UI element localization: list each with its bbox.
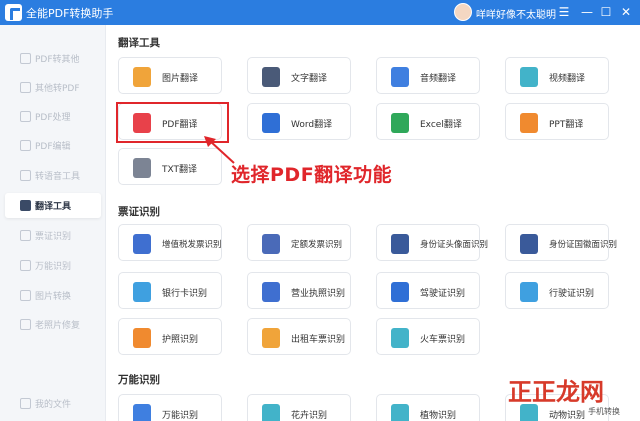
speaker-icon (20, 170, 31, 181)
file-icon (20, 111, 31, 122)
sidebar: PDF转其他 其他转PDF PDF处理 PDF编辑 转语音工具 翻译工具 票证识… (0, 25, 106, 421)
invoice-icon (133, 234, 151, 254)
image-icon (133, 67, 151, 87)
translate-icon (20, 200, 31, 211)
card-text-translate[interactable]: 文字翻译 (247, 57, 351, 94)
sidebar-item-pdf-edit[interactable]: PDF编辑 (5, 133, 101, 158)
image-icon (20, 290, 31, 301)
card-bank-card[interactable]: 银行卡识别 (118, 272, 222, 309)
sidebar-item-pdf-process[interactable]: PDF处理 (5, 104, 101, 129)
card-flower-recognition[interactable]: 花卉识别 (247, 394, 351, 421)
vehicle-license-icon (520, 282, 538, 302)
file-icon (20, 53, 31, 64)
watermark-sub: 手机转换 (588, 407, 620, 416)
sidebar-item-my-files[interactable]: 我的文件 (5, 391, 101, 416)
card-image-translate[interactable]: 图片翻译 (118, 57, 222, 94)
maximize-button[interactable]: ☐ (598, 4, 614, 20)
sidebar-item-ticket-recognition[interactable]: 票证识别 (5, 223, 101, 248)
watermark: 正正龙网 (508, 377, 604, 406)
txt-icon (133, 158, 151, 178)
card-universal-recognition[interactable]: 万能识别 (118, 394, 222, 421)
card-vat-invoice[interactable]: 增值税发票识别 (118, 224, 222, 261)
user-name[interactable]: 咩咩好像不太聪明 (476, 6, 556, 21)
sidebar-item-universal-recognition[interactable]: 万能识别 (5, 253, 101, 278)
taxi-icon (262, 328, 280, 348)
file-icon (20, 82, 31, 93)
avatar[interactable] (454, 3, 472, 21)
text-icon (262, 67, 280, 87)
card-business-license[interactable]: 营业执照识别 (247, 272, 351, 309)
eye-icon (133, 404, 151, 421)
id-card-front-icon (391, 234, 409, 254)
card-id-back[interactable]: 身份证国徽面识别 (505, 224, 617, 261)
section-title-universal: 万能识别 (118, 374, 160, 386)
edit-icon (20, 140, 31, 151)
scan-icon (20, 260, 31, 271)
driver-license-icon (391, 282, 409, 302)
card-passport[interactable]: 护照识别 (118, 318, 222, 355)
license-icon (262, 282, 280, 302)
sidebar-item-image-convert[interactable]: 图片转换 (5, 283, 101, 308)
card-driver-license[interactable]: 驾驶证识别 (376, 272, 480, 309)
card-excel-translate[interactable]: Excel翻译 (376, 103, 480, 140)
card-ppt-translate[interactable]: PPT翻译 (505, 103, 609, 140)
ticket-icon (20, 230, 31, 241)
app-logo-icon (5, 4, 22, 21)
card-video-translate[interactable]: 视频翻译 (505, 57, 609, 94)
folder-icon (20, 398, 31, 409)
card-taxi-ticket[interactable]: 出租车票识别 (247, 318, 351, 355)
ppt-icon (520, 113, 538, 133)
train-ticket-icon (391, 328, 409, 348)
card-audio-translate[interactable]: 音频翻译 (376, 57, 480, 94)
passport-icon (133, 328, 151, 348)
card-vehicle-license[interactable]: 行驶证识别 (505, 272, 609, 309)
close-button[interactable]: ✕ (618, 4, 634, 20)
word-icon (262, 113, 280, 133)
sidebar-item-voice-tools[interactable]: 转语音工具 (5, 163, 101, 188)
section-title-translate: 翻译工具 (118, 37, 160, 49)
sidebar-item-other-to-pdf[interactable]: 其他转PDF (5, 75, 101, 100)
minimize-button[interactable]: — (579, 4, 595, 20)
menu-icon[interactable]: ☰ (556, 4, 572, 20)
sidebar-item-translate-tools[interactable]: 翻译工具 (5, 193, 101, 218)
title-bar: 全能PDF转换助手 咩咩好像不太聪明 ☰ — ☐ ✕ (0, 0, 640, 25)
video-icon (520, 67, 538, 87)
flower-icon (262, 404, 280, 421)
card-id-front[interactable]: 身份证头像面识别 (376, 224, 488, 261)
callout-text: 选择PDF翻译功能 (231, 164, 393, 186)
sidebar-item-photo-restore[interactable]: 老照片修复 (5, 312, 101, 337)
card-fixed-invoice[interactable]: 定额发票识别 (247, 224, 351, 261)
card-word-translate[interactable]: Word翻译 (247, 103, 351, 140)
excel-icon (391, 113, 409, 133)
photo-icon (20, 319, 31, 330)
plant-icon (391, 404, 409, 421)
id-card-back-icon (520, 234, 538, 254)
card-train-ticket[interactable]: 火车票识别 (376, 318, 480, 355)
bank-card-icon (133, 282, 151, 302)
section-title-ticket: 票证识别 (118, 206, 160, 218)
card-plant-recognition[interactable]: 植物识别 (376, 394, 480, 421)
audio-icon (391, 67, 409, 87)
app-title: 全能PDF转换助手 (26, 7, 114, 20)
sidebar-item-pdf-to-other[interactable]: PDF转其他 (5, 46, 101, 71)
receipt-icon (262, 234, 280, 254)
